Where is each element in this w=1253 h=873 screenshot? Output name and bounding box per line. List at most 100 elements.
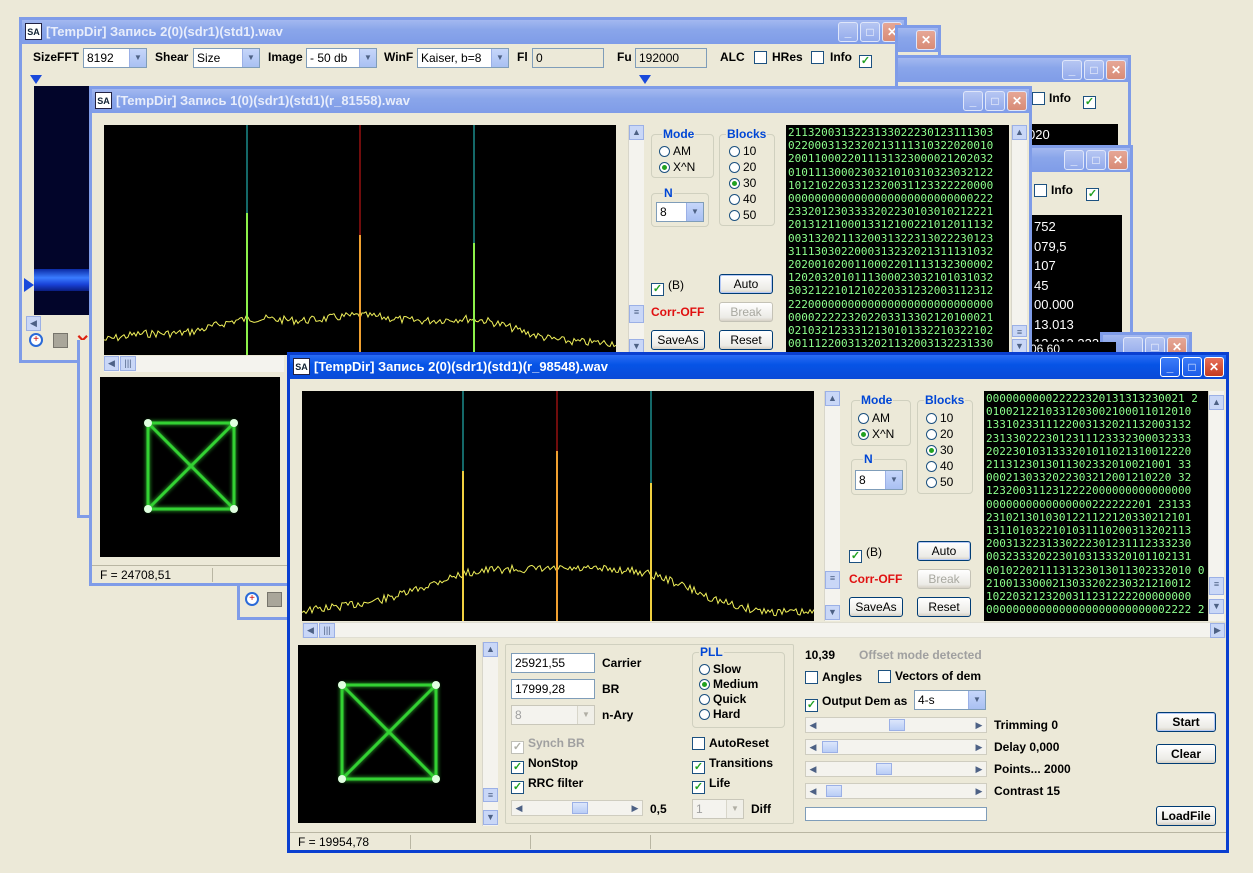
nary-select[interactable]: 8 ▼ xyxy=(511,705,595,725)
window-partial-c-titlebar[interactable]: _ □ ✕ xyxy=(1026,148,1130,172)
scroll-left-button[interactable]: ◀ xyxy=(303,623,318,638)
range-marker-left-icon[interactable] xyxy=(30,75,42,84)
pll-quick-radio[interactable]: Quick xyxy=(699,692,746,706)
blocks-20-radio[interactable]: 20 xyxy=(926,427,953,441)
scroll-right-button[interactable]: ▶ xyxy=(1210,623,1225,638)
maximize-button[interactable]: □ xyxy=(860,22,880,42)
maximize-button[interactable]: □ xyxy=(1084,60,1104,80)
blocks-40-radio[interactable]: 40 xyxy=(926,459,953,473)
pll-hard-radio[interactable]: Hard xyxy=(699,707,740,721)
blocks-10-radio[interactable]: 10 xyxy=(926,411,953,425)
scroll-thumb[interactable]: ≡ xyxy=(483,788,498,802)
pll-slow-radio[interactable]: Slow xyxy=(699,662,741,676)
info-checkbox[interactable]: Info xyxy=(1034,183,1073,197)
blocks-50-radio[interactable]: 50 xyxy=(926,475,953,489)
maximize-button[interactable]: □ xyxy=(1182,357,1202,377)
constellation-vscroll[interactable]: ▲ ≡ ▼ xyxy=(482,642,498,826)
window-mid-titlebar[interactable]: SA [TempDir] Запись 1(0)(sdr1)(std1)(r_8… xyxy=(92,89,1029,113)
synch-br-checkbox[interactable]: ✓ Synch BR xyxy=(511,736,585,754)
points-slider[interactable]: ◀ ▶ xyxy=(805,761,987,777)
slider-thumb[interactable] xyxy=(826,785,842,797)
slider-thumb[interactable] xyxy=(572,802,588,814)
slider-thumb[interactable] xyxy=(889,719,905,731)
window-partial-b-titlebar[interactable]: _ □ ✕ xyxy=(898,58,1128,82)
angles-checkbox[interactable]: Angles xyxy=(805,670,862,684)
zoom-icon[interactable]: + xyxy=(245,592,259,606)
info-checkbox[interactable]: ✓ xyxy=(859,50,876,68)
b-checkbox[interactable]: ✓ (B) xyxy=(651,278,684,296)
output-dem-checkbox[interactable]: ✓ Output Dem as xyxy=(805,694,907,712)
blocks-50-radio[interactable]: 50 xyxy=(729,208,756,222)
slider-thumb[interactable] xyxy=(822,741,838,753)
scroll-up-button[interactable]: ▲ xyxy=(825,391,840,406)
life-checkbox[interactable]: ✓ Life xyxy=(692,776,730,794)
scroll-thumb[interactable]: ≡ xyxy=(1012,325,1027,337)
winf-select[interactable]: Kaiser, b=8 ▼ xyxy=(417,48,509,68)
scroll-down-button[interactable]: ▼ xyxy=(825,605,840,620)
scroll-up-button[interactable]: ▲ xyxy=(483,642,498,657)
digits-vscroll[interactable]: ▲ ≡ ▼ xyxy=(1011,125,1027,355)
slider-thumb[interactable] xyxy=(876,763,892,775)
fu-field[interactable]: 192000 xyxy=(635,48,707,68)
shear-select[interactable]: Size ▼ xyxy=(193,48,260,68)
scroll-left-button[interactable]: ◀ xyxy=(26,316,41,331)
scroll-up-button[interactable]: ▲ xyxy=(1012,125,1027,140)
spectrum-display[interactable] xyxy=(302,391,814,621)
saveas-button[interactable]: SaveAs xyxy=(651,330,705,350)
rrc-filter-checkbox[interactable]: ✓ RRC filter xyxy=(511,776,583,794)
mode-xn-radio[interactable]: X^N xyxy=(659,160,695,174)
window-back-titlebar[interactable]: SA [TempDir] Запись 2(0)(sdr1)(std1).wav… xyxy=(22,20,904,44)
scroll-left-button[interactable]: ◀ xyxy=(104,356,119,371)
nonstop-checkbox[interactable]: ✓ NonStop xyxy=(511,756,578,774)
scroll-down-button[interactable]: ▼ xyxy=(1209,599,1224,614)
window-front-titlebar[interactable]: SA [TempDir] Запись 2(0)(sdr1)(std1)(r_9… xyxy=(290,355,1226,379)
scroll-up-button[interactable]: ▲ xyxy=(1209,395,1224,410)
reset-button[interactable]: Reset xyxy=(719,330,773,350)
fl-field[interactable]: 0 xyxy=(532,48,604,68)
mode-xn-radio[interactable]: X^N xyxy=(858,427,894,441)
copy-icon[interactable] xyxy=(53,333,68,348)
minimize-button[interactable]: _ xyxy=(838,22,858,42)
close-button[interactable]: ✕ xyxy=(916,30,936,50)
pll-medium-radio[interactable]: Medium xyxy=(699,677,758,691)
scroll-thumb[interactable]: ≡ xyxy=(629,305,644,323)
spectrum-hscroll[interactable]: ◀ ||| ▶ xyxy=(302,622,1226,638)
blocks-10-radio[interactable]: 10 xyxy=(729,144,756,158)
close-button[interactable]: ✕ xyxy=(1204,357,1224,377)
minimize-button[interactable]: _ xyxy=(963,91,983,111)
loadfile-button[interactable]: LoadFile xyxy=(1156,806,1216,826)
window-partial-a-titlebar[interactable]: ✕ xyxy=(898,28,938,52)
contrast-slider[interactable]: ◀ ▶ xyxy=(805,783,987,799)
scroll-thumb[interactable]: ||| xyxy=(120,356,136,371)
scroll-up-button[interactable]: ▲ xyxy=(629,125,644,140)
level-marker-icon[interactable] xyxy=(24,278,34,292)
zoom-icon[interactable]: + xyxy=(29,333,43,347)
auto-button[interactable]: Auto xyxy=(917,541,971,561)
mode-am-radio[interactable]: AM xyxy=(659,144,691,158)
maximize-button[interactable]: □ xyxy=(985,91,1005,111)
spectrum-vscroll[interactable]: ▲ ≡ ▼ xyxy=(628,125,644,355)
close-button[interactable]: ✕ xyxy=(1007,91,1027,111)
reset-button[interactable]: Reset xyxy=(917,597,971,617)
transitions-checkbox[interactable]: ✓ Transitions xyxy=(692,756,773,774)
info-check-tick[interactable]: ✓ xyxy=(1083,91,1100,109)
n-select[interactable]: 8 ▼ xyxy=(656,202,704,222)
maximize-button[interactable]: □ xyxy=(1086,150,1106,170)
copy-icon[interactable] xyxy=(267,592,282,607)
output-dem-select[interactable]: 4-s ▼ xyxy=(914,690,986,710)
delay-slider[interactable]: ◀ ▶ xyxy=(805,739,987,755)
close-button[interactable]: ✕ xyxy=(1108,150,1128,170)
spectrum-display[interactable] xyxy=(104,125,616,355)
sizefft-select[interactable]: 8192 ▼ xyxy=(83,48,147,68)
br-field[interactable]: 17999,28 xyxy=(511,679,595,699)
blocks-40-radio[interactable]: 40 xyxy=(729,192,756,206)
alc-checkbox[interactable] xyxy=(754,50,771,64)
hres-checkbox[interactable] xyxy=(811,50,828,64)
blocks-20-radio[interactable]: 20 xyxy=(729,160,756,174)
spectrum-vscroll[interactable]: ▲ ≡ ▼ xyxy=(824,391,840,621)
break-button[interactable]: Break xyxy=(719,302,773,322)
blocks-30-radio[interactable]: 30 xyxy=(729,176,756,190)
break-button[interactable]: Break xyxy=(917,569,971,589)
carrier-field[interactable]: 25921,55 xyxy=(511,653,595,673)
scroll-thumb[interactable]: ||| xyxy=(319,623,335,638)
